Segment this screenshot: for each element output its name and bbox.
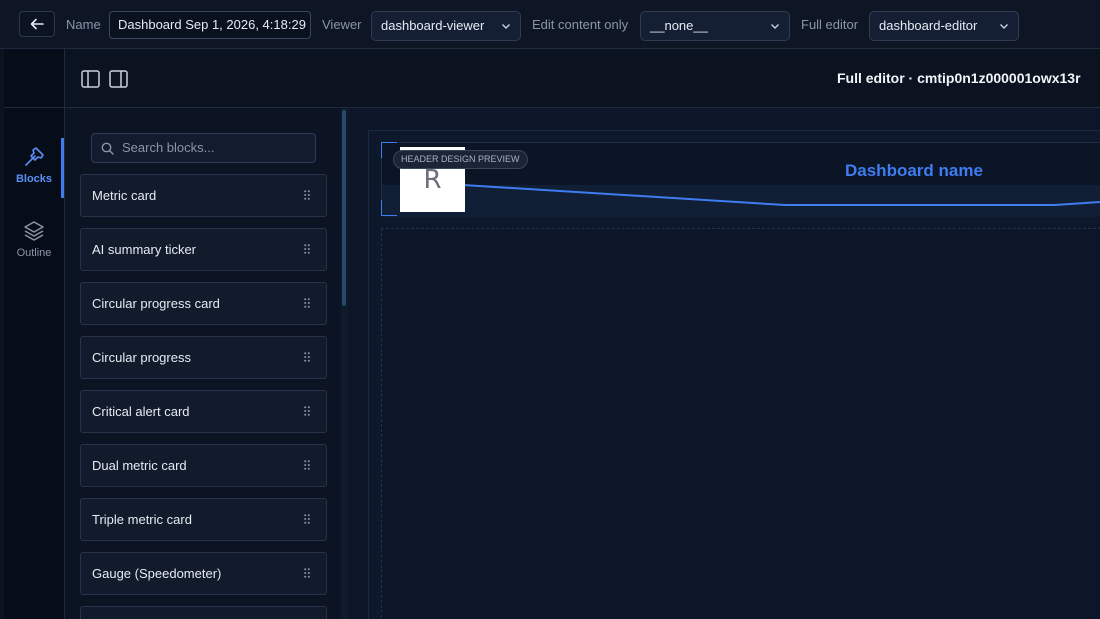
block-item-label: Circular progress card — [92, 296, 220, 311]
search-placeholder: Search blocks... — [122, 140, 215, 155]
block-item-metric-card[interactable]: Metric card — [80, 174, 327, 217]
panel-right-icon[interactable] — [109, 70, 128, 88]
drag-handle-icon[interactable] — [304, 568, 310, 578]
viewer-select-value: dashboard-viewer — [381, 18, 485, 33]
drag-handle-icon[interactable] — [304, 406, 310, 416]
block-item-label: Critical alert card — [92, 404, 190, 419]
layers-icon — [24, 221, 44, 241]
full-editor-select-value: dashboard-editor — [879, 18, 978, 33]
top-toolbar: Name Dashboard Sep 1, 2026, 4:18:29 View… — [0, 0, 1100, 49]
full-editor-label: Full editor — [801, 17, 859, 32]
name-input[interactable]: Dashboard Sep 1, 2026, 4:18:29 — [109, 11, 311, 39]
block-item-circular-progress-card[interactable]: Circular progress card — [80, 282, 327, 325]
full-editor-select[interactable]: dashboard-editor — [869, 11, 1019, 41]
selection-corner — [381, 200, 397, 216]
name-label: Name — [66, 17, 101, 32]
edit-content-label: Edit content only — [532, 17, 629, 32]
rail-item-blocks-label: Blocks — [15, 173, 53, 185]
drag-handle-icon[interactable] — [304, 352, 310, 362]
rail-item-outline-label: Outline — [16, 247, 52, 259]
chevron-down-icon — [1000, 24, 1008, 29]
arrow-left-icon — [30, 18, 44, 30]
page-title: Full editor · cmtip0n1z000001owx13r — [837, 70, 1081, 86]
block-item-label: Metric card — [92, 188, 157, 203]
rail-item-blocks[interactable]: Blocks — [4, 146, 64, 185]
drag-handle-icon[interactable] — [304, 190, 310, 200]
block-item-gauge[interactable]: Gauge (Speedometer) — [80, 552, 327, 595]
block-item-ai-summary-ticker[interactable]: AI summary ticker — [80, 228, 327, 271]
editor-canvas: R HEADER DESIGN PREVIEW Dashboard name — [348, 108, 1100, 619]
rail-header — [4, 49, 64, 108]
scrollbar-thumb[interactable] — [342, 110, 346, 306]
block-item-triple-metric-card[interactable]: Triple metric card — [80, 498, 327, 541]
blocks-panel: Search blocks... Metric card AI summary … — [65, 108, 348, 619]
chevron-down-icon — [502, 24, 510, 29]
dashboard-name[interactable]: Dashboard name — [845, 161, 983, 181]
panel-left-icon[interactable] — [81, 70, 100, 88]
drag-handle-icon[interactable] — [304, 298, 310, 308]
block-item-label: Gauge (Speedometer) — [92, 566, 222, 581]
edit-content-select-value: __none__ — [650, 18, 708, 33]
drag-handle-icon[interactable] — [304, 514, 310, 524]
viewer-label: Viewer — [322, 17, 362, 32]
block-item-critical-alert-card[interactable]: Critical alert card — [80, 390, 327, 433]
block-item-label: Dual metric card — [92, 458, 187, 473]
drag-handle-icon[interactable] — [304, 244, 310, 254]
block-item-label: Triple metric card — [92, 512, 192, 527]
rail-item-outline[interactable]: Outline — [4, 220, 64, 259]
block-item-dual-metric-card[interactable]: Dual metric card — [80, 444, 327, 487]
chevron-down-icon — [771, 24, 779, 29]
edit-content-select[interactable]: __none__ — [640, 11, 790, 41]
block-item-label: Circular progress — [92, 350, 191, 365]
panel-toggles — [81, 70, 128, 88]
block-item-label: AI summary ticker — [92, 242, 197, 257]
block-item-partial[interactable] — [80, 606, 327, 619]
search-input[interactable]: Search blocks... — [91, 133, 316, 163]
drag-handle-icon[interactable] — [304, 460, 310, 470]
editor-header: Full editor · cmtip0n1z000001owx13r — [65, 49, 1100, 108]
logo-letter: R — [423, 164, 442, 195]
hammer-icon — [25, 147, 44, 166]
back-button[interactable] — [19, 11, 55, 37]
search-icon — [101, 142, 114, 155]
header-preview-badge: HEADER DESIGN PREVIEW — [393, 150, 528, 169]
canvas-drop-area[interactable] — [381, 228, 1100, 619]
left-rail: Blocks Outline — [4, 49, 65, 619]
block-item-circular-progress[interactable]: Circular progress — [80, 336, 327, 379]
viewer-select[interactable]: dashboard-viewer — [371, 11, 521, 41]
